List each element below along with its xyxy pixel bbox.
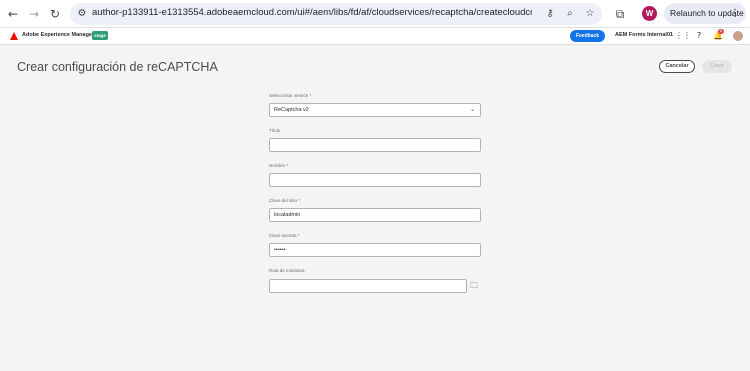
relaunch-button[interactable]: Relaunch to update ⋮ — [664, 3, 746, 24]
create-button[interactable]: Crear — [702, 60, 732, 73]
version-select[interactable]: ReCaptcha v2 ⌄ — [269, 103, 481, 117]
user-avatar[interactable] — [733, 31, 743, 41]
page-title: Crear configuración de reCAPTCHA — [17, 60, 218, 74]
back-icon[interactable]: ← — [5, 6, 21, 22]
secret-key-input[interactable]: •••••• — [269, 243, 481, 257]
help-icon[interactable]: ? — [693, 30, 705, 42]
feedback-button[interactable]: Feedback — [570, 30, 605, 42]
browser-toolbar: ← → ↻ ⚙ author-p133911-e1313554.adobeaem… — [0, 0, 750, 28]
user-name[interactable]: AEM Forms Internal01 — [615, 32, 673, 38]
site-key-label: Clave del sitio * — [269, 198, 301, 203]
cancel-button[interactable]: Cancelar — [659, 60, 695, 73]
extensions-icon[interactable]: ⧉ — [612, 6, 628, 22]
zoom-icon[interactable]: ⌕ — [562, 6, 578, 22]
password-key-icon[interactable]: ⚷ — [542, 6, 558, 22]
version-label: Seleccionar versión * — [269, 93, 312, 98]
chevron-down-icon: ⌄ — [469, 106, 475, 113]
environment-badge: stage — [92, 31, 108, 40]
adobe-logo-icon — [10, 32, 18, 40]
notification-badge: 6 — [718, 29, 724, 34]
version-value: ReCaptcha v2 — [274, 107, 309, 113]
kebab-menu-icon[interactable]: ⋮ — [730, 3, 740, 24]
folder-icon[interactable]: 🗀 — [467, 279, 481, 293]
thumbnail-input[interactable] — [269, 279, 467, 293]
apps-grid-icon[interactable]: ⋮⋮ — [675, 30, 691, 42]
address-bar[interactable]: ⚙ author-p133911-e1313554.adobeaemcloud.… — [70, 3, 602, 25]
secret-key-label: Clave secreta * — [269, 233, 300, 238]
title-label: Título — [269, 128, 281, 133]
name-label: Nombre * — [269, 163, 289, 168]
thumbnail-label: Ruta de miniatura — [269, 268, 305, 273]
aem-header: Adobe Experience Manager stage Feedback … — [0, 28, 750, 45]
site-info-icon[interactable]: ⚙ — [74, 6, 90, 22]
url-text[interactable]: author-p133911-e1313554.adobeaemcloud.co… — [92, 7, 532, 18]
reload-icon[interactable]: ↻ — [47, 6, 63, 22]
site-key-input[interactable]: localadmin — [269, 208, 481, 222]
name-input[interactable] — [269, 173, 481, 187]
profile-avatar[interactable]: W — [642, 6, 657, 21]
title-input[interactable] — [269, 138, 481, 152]
product-name[interactable]: Adobe Experience Manager — [22, 32, 94, 38]
bookmark-star-icon[interactable]: ☆ — [582, 6, 598, 22]
forward-icon[interactable]: → — [26, 6, 42, 22]
